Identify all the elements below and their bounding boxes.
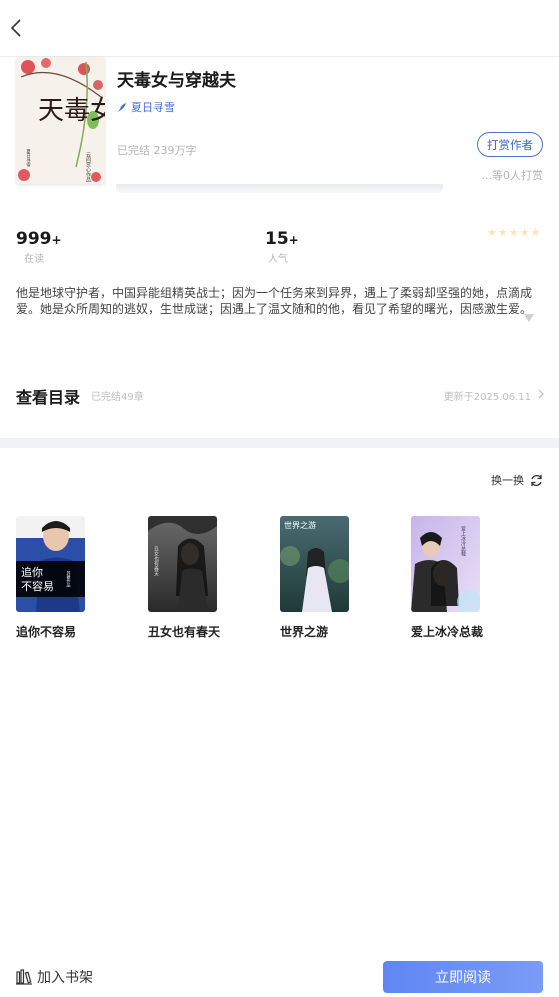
cover-author-text: 夏日寻雪 <box>26 149 31 169</box>
cover-big-char-1: 天毒女 <box>38 96 105 126</box>
catalog-title[interactable]: 查看目录 <box>16 384 80 408</box>
rec-book-4[interactable]: 爱上冰冷总裁 爱上冰冷总裁 <box>411 516 523 640</box>
rec-cover-2[interactable]: 丑女也有春天 <box>148 516 217 612</box>
rec-cover-4-text: 爱上冰冷总裁 <box>460 525 466 557</box>
expand-triangle-icon[interactable] <box>524 314 534 322</box>
rec-cover-1[interactable]: 追你 不容易 苏菱作品 <box>16 516 85 612</box>
rec-book-1[interactable]: 追你 不容易 苏菱作品 追你不容易 <box>16 516 128 640</box>
book-title: 天毒女与穿越夫 <box>117 71 236 91</box>
cover-side-text: 云间赏心作品 <box>85 152 91 183</box>
catalog-count: 已完结49章 <box>91 392 144 403</box>
rec-book-2[interactable]: 丑女也有春天 丑女也有春天 <box>148 516 260 640</box>
section-divider <box>0 438 559 448</box>
star-icon: ★ <box>487 226 497 239</box>
book-status: 已完结 239万字 <box>117 144 197 157</box>
rec-cover-2-text: 丑女也有春天 <box>153 546 159 577</box>
rec-title-4[interactable]: 爱上冰冷总裁 <box>411 623 523 640</box>
readers-stat: 999+ 在读 <box>16 229 62 265</box>
rec-cover-4[interactable]: 爱上冰冷总裁 <box>411 516 480 612</box>
chevron-right-icon[interactable] <box>538 389 544 399</box>
author-name: 夏日寻雪 <box>131 101 175 114</box>
rec-book-3[interactable]: 世界之游 世界之游 <box>280 516 392 640</box>
bottom-bar: 加入书架 立即阅读 <box>0 947 559 997</box>
add-to-shelf-button[interactable]: 加入书架 <box>16 967 93 987</box>
rec-cover-3-text: 世界之游 <box>284 520 316 530</box>
rec-title-2[interactable]: 丑女也有春天 <box>148 623 260 640</box>
rec-cover-1-text-a: 追你 <box>21 565 43 579</box>
rec-title-1[interactable]: 追你不容易 <box>16 623 128 640</box>
book-cover: 天毒女 云间赏心作品 夏日寻雪 <box>16 57 105 184</box>
refresh-label: 换一换 <box>491 474 524 487</box>
tip-count: ...等0人打赏 <box>481 169 544 182</box>
cover-shelf-shadow <box>116 184 443 193</box>
readers-plus: + <box>51 233 62 247</box>
rec-cover-1-sub: 苏菱作品 <box>67 570 72 588</box>
feather-pen-icon <box>118 102 126 112</box>
readers-label: 在读 <box>24 254 44 265</box>
tip-author-button[interactable]: 打赏作者 <box>477 132 543 157</box>
rec-cover-3[interactable]: 世界之游 <box>280 516 349 612</box>
book-synopsis[interactable]: 他是地球守护者，中国异能组精英战士；因为一个任务来到异界，遇上了柔弱却坚强的她，… <box>16 285 547 317</box>
rec-title-3[interactable]: 世界之游 <box>280 623 392 640</box>
readers-value: 999 <box>16 229 52 249</box>
popularity-stat: 15+ 人气 <box>265 229 299 265</box>
author-link[interactable]: 夏日寻雪 <box>117 99 175 115</box>
bookshelf-icon <box>16 969 32 985</box>
catalog-updated[interactable]: 更新于2025.06.11 <box>444 388 531 403</box>
star-icon: ★ <box>497 226 508 239</box>
chevron-left-icon <box>10 19 21 37</box>
popularity-value: 15 <box>265 229 289 249</box>
star-icon: ★ <box>508 226 519 239</box>
refresh-icon <box>531 474 542 486</box>
add-to-shelf-label: 加入书架 <box>37 970 93 986</box>
back-button[interactable] <box>4 14 28 42</box>
top-bar <box>0 0 559 57</box>
star-icon: ★ <box>519 226 530 239</box>
popularity-label: 人气 <box>268 254 288 265</box>
popularity-plus: + <box>288 233 299 247</box>
star-icon: ★ <box>530 226 541 239</box>
rec-cover-1-text-b: 不容易 <box>21 579 54 593</box>
read-now-button[interactable]: 立即阅读 <box>383 961 543 993</box>
rating-stars: ★ ★ ★ ★ ★ <box>487 227 540 238</box>
refresh-button[interactable]: 换一换 <box>491 472 543 488</box>
